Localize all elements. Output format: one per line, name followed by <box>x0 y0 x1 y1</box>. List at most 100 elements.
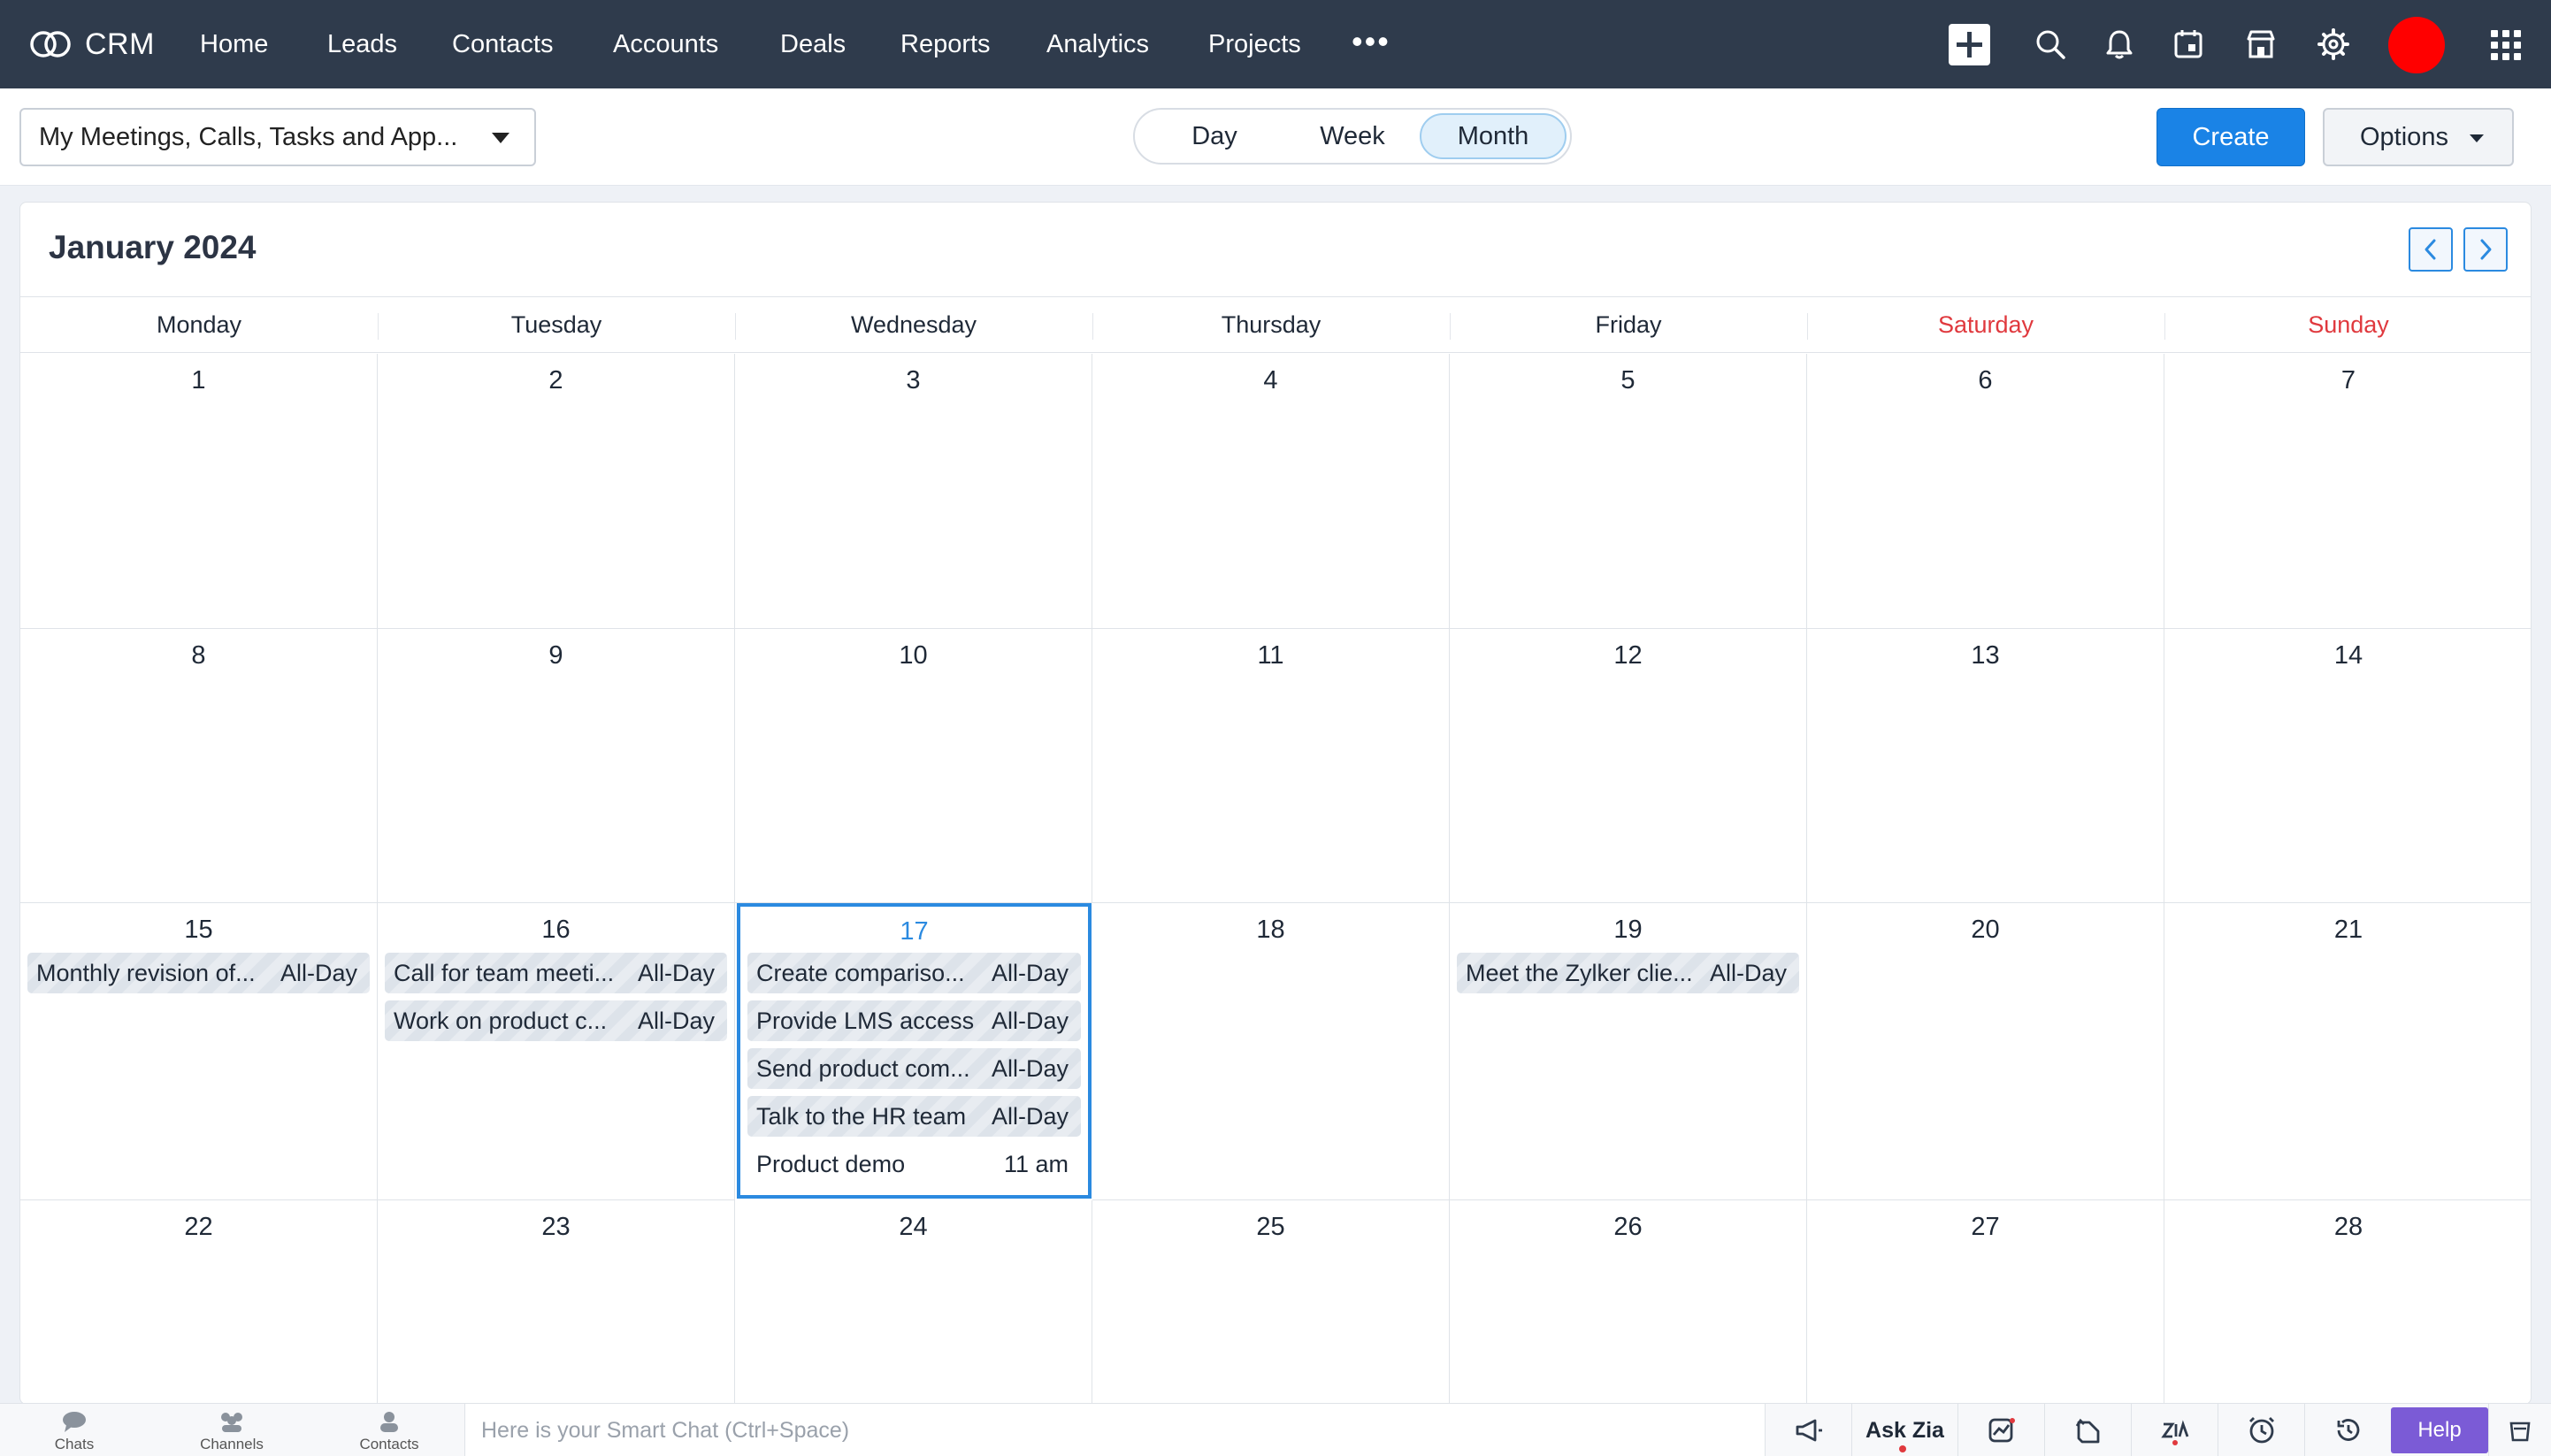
signals-button[interactable] <box>1957 1404 2044 1456</box>
event-time: 11 am <box>1003 1150 1069 1177</box>
day-cell[interactable]: 12 <box>1450 629 1807 903</box>
day-cell[interactable]: 21 <box>2164 903 2531 1200</box>
weekday-thursday: Thursday <box>1221 310 1321 338</box>
help-button[interactable]: Help <box>2391 1407 2488 1453</box>
contacts-label: Contacts <box>359 1436 419 1452</box>
day-cell[interactable]: 18 <box>1092 903 1450 1200</box>
event-time: All-Day <box>637 959 715 986</box>
bell-icon[interactable] <box>2100 25 2139 64</box>
smart-chat-input[interactable]: Here is your Smart Chat (Ctrl+Space) <box>464 1404 1765 1456</box>
event-time: All-Day <box>991 1102 1069 1130</box>
nav-item-accounts[interactable]: Accounts <box>613 0 724 88</box>
day-cell[interactable]: 19 Meet the Zylker clie... All-Day <box>1450 903 1807 1200</box>
chats-button[interactable]: Chats <box>48 1404 101 1456</box>
day-cell[interactable]: 13 <box>1807 629 2164 903</box>
marketplace-icon[interactable] <box>2241 25 2280 64</box>
day-cell[interactable]: 11 <box>1092 629 1450 903</box>
view-month-button[interactable]: Month <box>1420 113 1567 159</box>
event-title: Call for team meeti... <box>394 959 615 986</box>
calendar-event[interactable]: Monthly revision of... All-Day <box>27 953 370 993</box>
day-cell[interactable]: 22 <box>20 1200 378 1404</box>
next-month-button[interactable] <box>2463 227 2508 272</box>
day-cell[interactable]: 25 <box>1092 1200 1450 1404</box>
nav-item-deals[interactable]: Deals <box>780 0 846 88</box>
user-avatar[interactable] <box>2388 17 2445 73</box>
nav-item-contacts[interactable]: Contacts <box>452 0 558 88</box>
day-cell[interactable]: 10 <box>735 629 1092 903</box>
day-cell[interactable]: 17 Create compariso... All-Day Provide LMS … <box>737 903 1092 1199</box>
day-cell[interactable]: 9 <box>378 629 735 903</box>
nav-item-reports[interactable]: Reports <box>900 0 992 88</box>
day-cell[interactable]: 15 Monthly revision of... All-Day <box>20 903 378 1200</box>
more-menu-icon[interactable]: ••• <box>1352 23 1390 60</box>
day-cell[interactable]: 1 <box>20 354 378 629</box>
day-cell[interactable]: 28 <box>2164 1200 2531 1404</box>
day-cell[interactable]: 2 <box>378 354 735 629</box>
ask-zia-button[interactable]: Ask Zia <box>1851 1404 1957 1456</box>
calendar-event[interactable]: Talk to the HR team All-Day <box>747 1096 1081 1137</box>
apps-grid-icon[interactable] <box>2491 30 2521 60</box>
view-day-button[interactable]: Day <box>1161 113 1268 159</box>
day-cell[interactable]: 24 <box>735 1200 1092 1404</box>
day-number: 2 <box>548 366 563 395</box>
reminders-button[interactable] <box>2218 1404 2304 1456</box>
calendar-event[interactable]: Send product com... All-Day <box>747 1048 1081 1089</box>
day-cell[interactable]: 14 <box>2164 629 2531 903</box>
event-title: Send product com... <box>756 1054 970 1082</box>
day-number: 23 <box>541 1213 571 1241</box>
calendar-filter-select[interactable]: My Meetings, Calls, Tasks and App... <box>19 108 536 166</box>
nav-item-analytics[interactable]: Analytics <box>1046 0 1153 88</box>
view-switcher: Day Week Month <box>1133 108 1572 165</box>
nav-item-leads[interactable]: Leads <box>327 0 398 88</box>
day-cell[interactable]: 7 <box>2164 354 2531 629</box>
recent-items-button[interactable] <box>2304 1404 2391 1456</box>
weekday-saturday: Saturday <box>1937 310 2034 338</box>
search-icon[interactable] <box>2031 25 2070 64</box>
brand-logo[interactable]: CRM <box>28 0 155 88</box>
announcements-button[interactable] <box>1765 1404 1851 1456</box>
event-title: Talk to the HR team <box>756 1102 967 1130</box>
event-time: All-Day <box>991 959 1069 986</box>
zia-button[interactable] <box>2131 1404 2218 1456</box>
view-week-button[interactable]: Week <box>1292 113 1413 159</box>
day-cell[interactable]: 5 <box>1450 354 1807 629</box>
previous-month-button[interactable] <box>2409 227 2453 272</box>
signals-chart-icon <box>1988 1418 2015 1443</box>
quick-create-button[interactable] <box>1949 24 1990 65</box>
day-cell[interactable]: 6 <box>1807 354 2164 629</box>
day-cell[interactable]: 20 <box>1807 903 2164 1200</box>
event-time: All-Day <box>1709 959 1787 986</box>
day-cell[interactable]: 16 Call for team meeti... All-Day Work on p… <box>378 903 735 1200</box>
day-number: 5 <box>1620 366 1636 395</box>
chevron-down-icon <box>492 133 509 143</box>
nav-item-projects[interactable]: Projects <box>1208 0 1302 88</box>
day-cell[interactable]: 3 <box>735 354 1092 629</box>
crm-logo-icon <box>30 31 71 57</box>
settings-shortcut-button[interactable] <box>2488 1404 2551 1456</box>
day-number: 9 <box>548 641 563 670</box>
day-number: 7 <box>2340 366 2356 395</box>
feeds-button[interactable] <box>2044 1404 2131 1456</box>
calendar-event[interactable]: Call for team meeti... All-Day <box>385 953 727 993</box>
day-cell[interactable]: 4 <box>1092 354 1450 629</box>
channels-button[interactable]: Channels <box>196 1404 267 1456</box>
calendar-event[interactable]: Provide LMS access All-Day <box>747 1000 1081 1041</box>
calendar-event[interactable]: Product demo 11 am <box>747 1144 1081 1184</box>
nav-item-home[interactable]: Home <box>200 0 274 88</box>
calendar-event[interactable]: Create compariso... All-Day <box>747 953 1081 993</box>
day-number: 24 <box>899 1213 928 1241</box>
calendar-icon[interactable] <box>2169 25 2208 64</box>
weekday-friday: Friday <box>1595 310 1662 338</box>
calendar-event[interactable]: Meet the Zylker clie... All-Day <box>1457 953 1799 993</box>
day-cell[interactable]: 26 <box>1450 1200 1807 1404</box>
options-button[interactable]: Options <box>2323 108 2514 166</box>
gear-icon[interactable] <box>2314 25 2353 64</box>
day-cell[interactable]: 8 <box>20 629 378 903</box>
day-cell[interactable]: 23 <box>378 1200 735 1404</box>
day-cell[interactable]: 27 <box>1807 1200 2164 1404</box>
event-title: Work on product c... <box>394 1007 608 1034</box>
contacts-chat-button[interactable]: Contacts <box>354 1404 425 1456</box>
history-icon <box>2337 1419 2359 1441</box>
calendar-event[interactable]: Work on product c... All-Day <box>385 1000 727 1041</box>
create-button[interactable]: Create <box>2156 108 2305 166</box>
